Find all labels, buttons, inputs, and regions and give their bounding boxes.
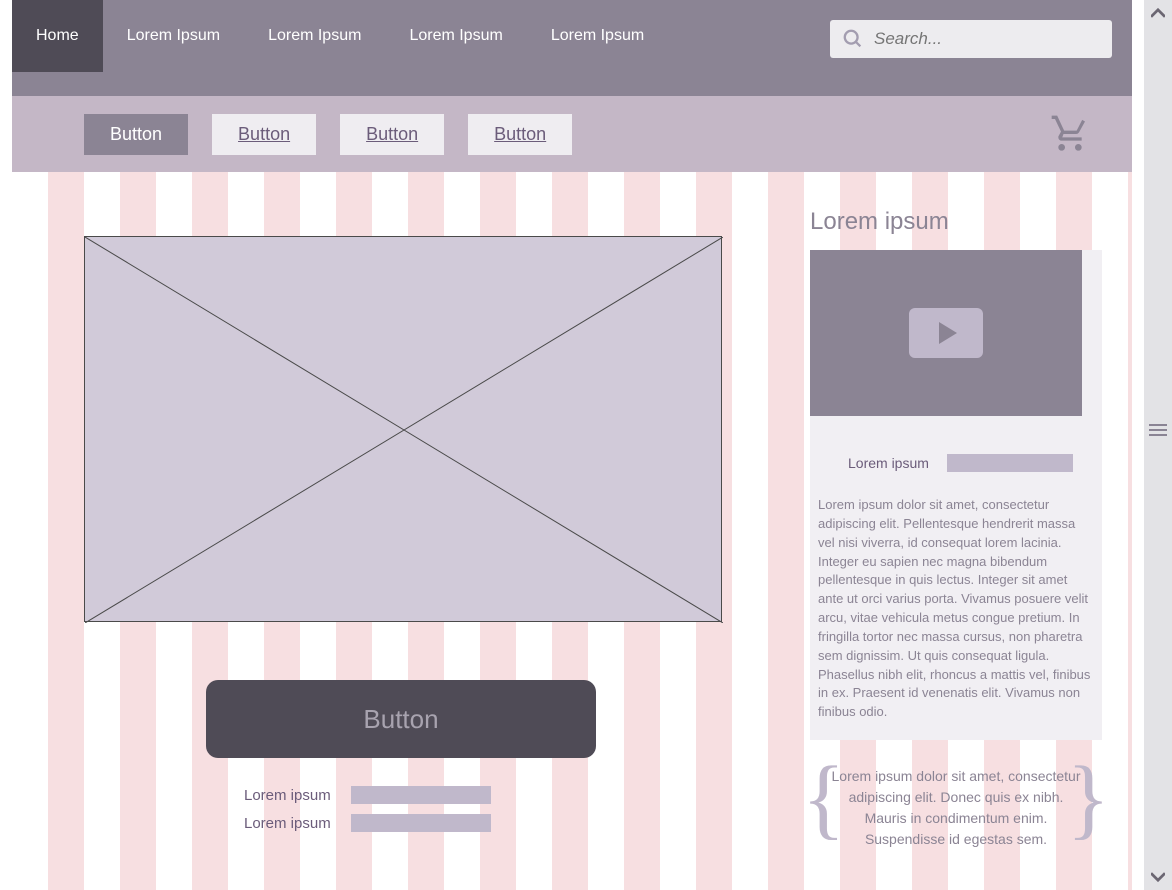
subnav-button-1[interactable]: Button [212,114,316,155]
aside-field-label: Lorem ipsum [848,455,929,471]
nav-label: Lorem Ipsum [551,27,644,45]
label-bar [351,814,491,832]
aside-body-text: Lorem ipsum dolor sit amet, consectetur … [810,496,1102,722]
aside-note-text: Lorem ipsum dolor sit amet, consectetur … [832,768,1081,847]
top-nav: Home Lorem Ipsum Lorem Ipsum Lorem Ipsum… [12,0,1132,96]
aside-note: { Lorem ipsum dolor sit amet, consectetu… [810,754,1102,862]
aside-heading: Lorem ipsum [810,200,1102,250]
scroll-down-icon[interactable] [1148,866,1168,886]
aside-column: Lorem ipsum Lorem ipsum Lorem ipsum dolo… [802,172,1132,890]
subnav-button-2[interactable]: Button [340,114,444,155]
video-placeholder[interactable] [810,250,1082,416]
label-list: Lorem ipsum Lorem ipsum [244,786,802,832]
nav-item-1[interactable]: Lorem Ipsum [103,0,244,72]
label-bar [351,786,491,804]
search-input[interactable] [830,20,1112,58]
nav-label: Lorem Ipsum [268,27,361,45]
scrollbar[interactable] [1144,0,1172,890]
label-text: Lorem ipsum [244,787,331,804]
brace-right-icon: } [1067,754,1110,844]
nav-item-4[interactable]: Lorem Ipsum [527,0,668,72]
subnav-button-0[interactable]: Button [84,114,188,155]
scroll-up-icon[interactable] [1148,4,1168,24]
nav-label: Lorem Ipsum [127,27,220,45]
label-row: Lorem ipsum [244,814,802,832]
cart-icon[interactable] [1050,114,1090,159]
nav-item-home[interactable]: Home [12,0,103,72]
nav-items: Home Lorem Ipsum Lorem Ipsum Lorem Ipsum… [12,0,668,72]
cta-button[interactable]: Button [206,680,596,758]
main-column: Button Lorem ipsum Lorem ipsum [12,172,802,890]
brace-left-icon: { [802,754,845,844]
hero-image-placeholder [84,236,722,622]
aside-field-bar [947,454,1073,472]
nav-item-2[interactable]: Lorem Ipsum [244,0,385,72]
nav-item-3[interactable]: Lorem Ipsum [385,0,526,72]
play-icon [909,308,983,358]
content-area: Button Lorem ipsum Lorem ipsum Lorem ips… [12,172,1132,890]
scroll-thumb[interactable] [1147,410,1169,450]
label-row: Lorem ipsum [244,786,802,804]
sub-nav: Button Button Button Button [12,96,1132,172]
label-text: Lorem ipsum [244,815,331,832]
nav-label: Home [36,27,79,45]
subnav-button-3[interactable]: Button [468,114,572,155]
nav-label: Lorem Ipsum [409,27,502,45]
search-icon [842,28,864,55]
aside-field-row: Lorem ipsum [810,416,1102,496]
